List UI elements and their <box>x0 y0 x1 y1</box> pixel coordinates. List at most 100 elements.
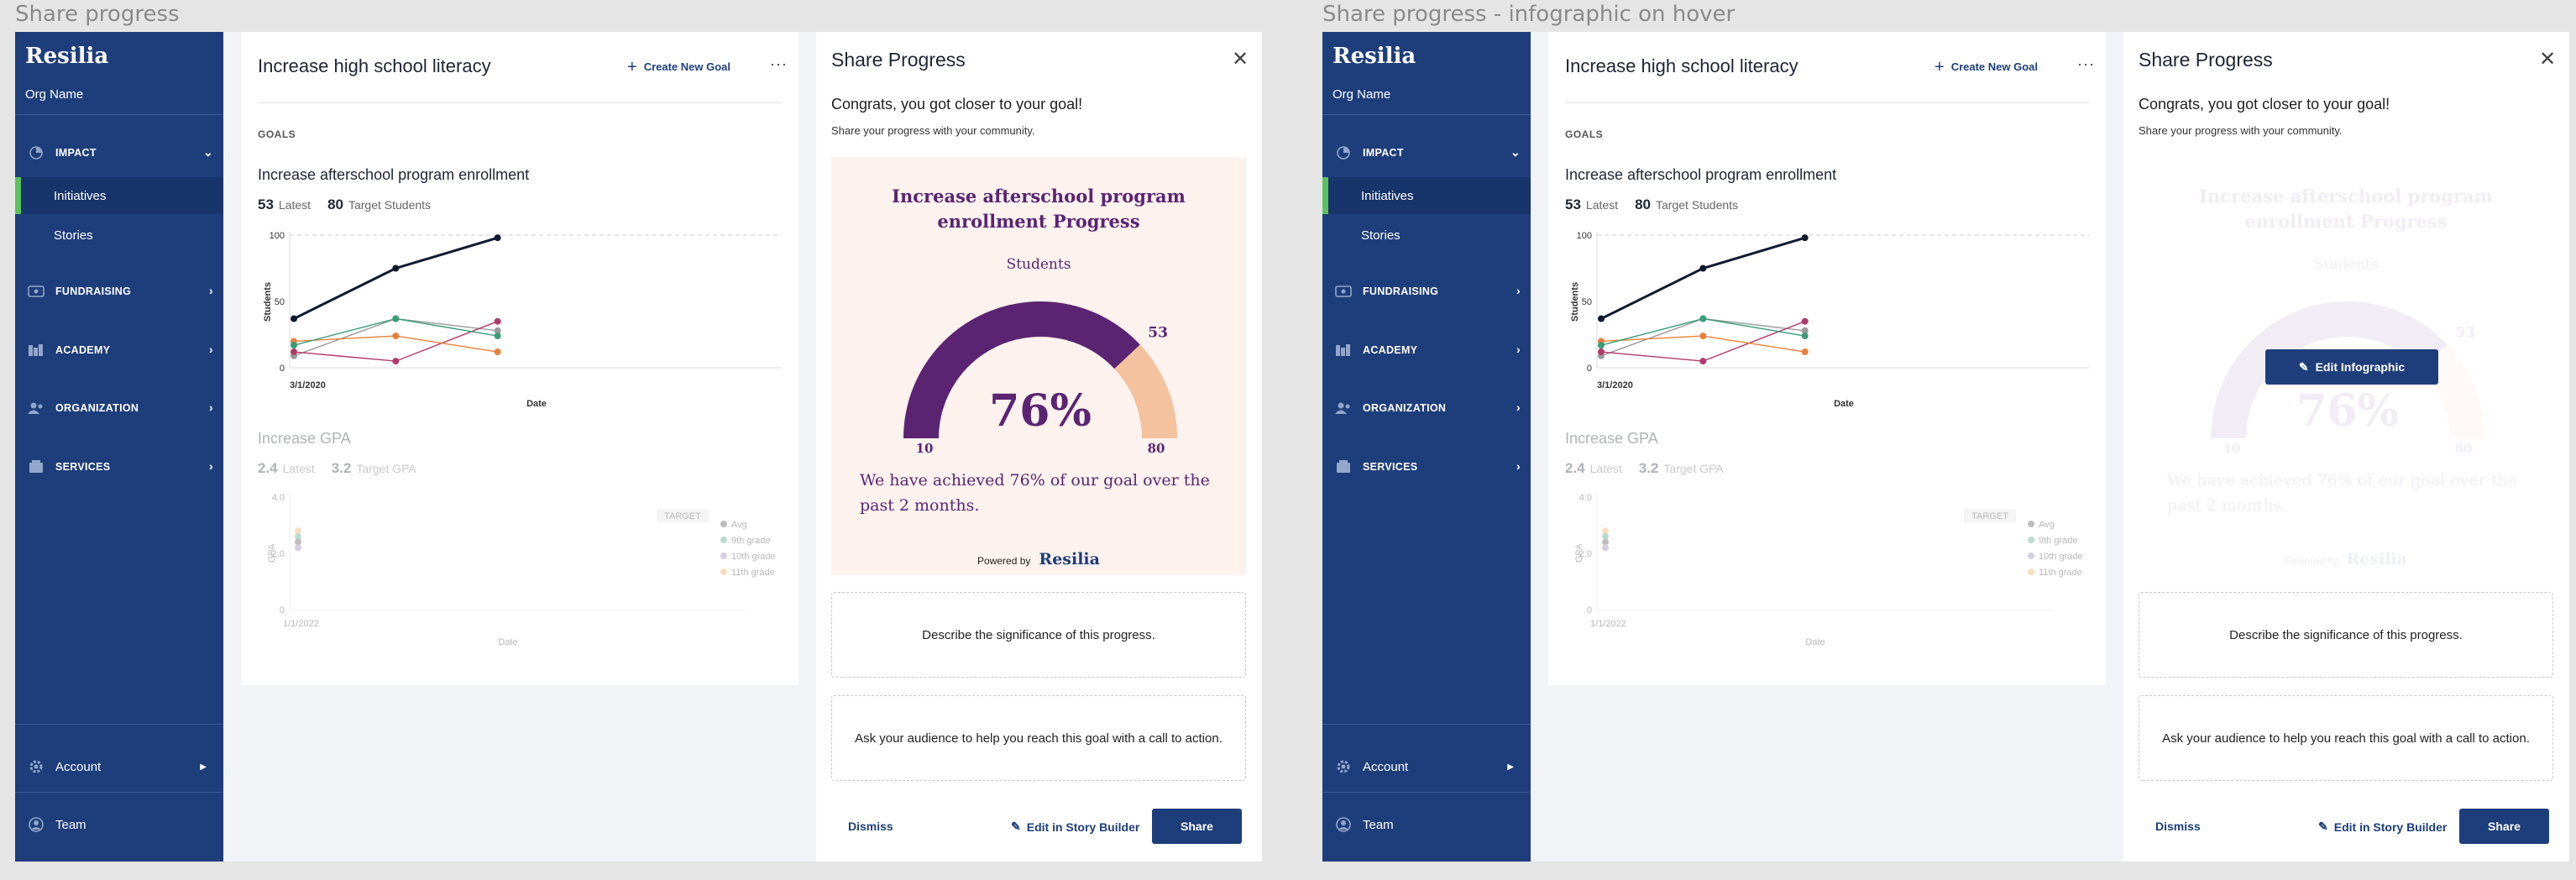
data-point[interactable] <box>494 234 501 242</box>
edit-in-story-builder-button[interactable]: ✎ Edit in Story Builder <box>2318 820 2447 834</box>
data-point[interactable] <box>494 333 501 340</box>
nav-item-services[interactable]: SERVICES › <box>15 450 223 484</box>
chevron-right-icon: › <box>209 459 213 473</box>
data-point[interactable] <box>392 315 400 322</box>
data-point[interactable] <box>291 315 297 322</box>
sidebar-divider <box>15 114 223 115</box>
goal-title[interactable]: Increase GPA <box>258 430 351 448</box>
y-axis-label: Students <box>1570 282 1580 322</box>
data-point[interactable] <box>494 348 501 356</box>
data-point[interactable] <box>1801 333 1809 340</box>
series-line <box>1600 317 1805 346</box>
edit-infographic-button[interactable]: ✎ Edit Infographic <box>2265 349 2438 385</box>
sidebar-divider <box>1322 114 1531 115</box>
goal-title[interactable]: Increase afterschool program enrollment <box>1565 166 1836 184</box>
nav-item-organization[interactable]: ORGANIZATION › <box>15 391 223 425</box>
data-point[interactable] <box>1699 265 1707 272</box>
gear-icon <box>1334 757 1353 776</box>
sidebar-label: Team <box>55 817 86 832</box>
nav-item-fundraising[interactable]: FUNDRAISING › <box>1322 275 1531 308</box>
sidebar-divider <box>1322 724 1531 725</box>
nav-label: ORGANIZATION <box>1363 402 1447 414</box>
share-button[interactable]: Share <box>1152 809 1242 844</box>
data-point[interactable] <box>1801 317 1809 325</box>
infographic-title: Increase afterschool program enrollment … <box>2199 186 2493 232</box>
y-tick-label: 4.0 <box>1579 493 1592 503</box>
sidebar-item-team[interactable]: Team <box>15 806 223 843</box>
chevron-right-icon: › <box>209 284 213 297</box>
latest-label: Latest <box>282 462 315 475</box>
dismiss-button[interactable]: Dismiss <box>2155 820 2201 833</box>
sidebar-item-stories[interactable]: Stories <box>1322 217 1531 254</box>
data-point[interactable] <box>392 265 400 272</box>
latest-value: 2.4 <box>258 460 278 476</box>
share-button[interactable]: Share <box>2459 809 2549 844</box>
description-input[interactable]: Describe the significance of this progre… <box>2139 592 2553 678</box>
data-point[interactable] <box>1801 348 1809 356</box>
data-point[interactable] <box>295 544 301 552</box>
share-subtitle: Share your progress with your community. <box>2139 124 2343 137</box>
data-point[interactable] <box>494 317 501 325</box>
data-point[interactable] <box>291 342 297 349</box>
nav-item-academy[interactable]: ACADEMY › <box>15 333 223 367</box>
data-point[interactable] <box>392 333 400 340</box>
latest-label: Latest <box>1589 462 1622 475</box>
sidebar-item-initiatives[interactable]: Initiatives <box>1322 177 1531 214</box>
sidebar-item-initiatives[interactable]: Initiatives <box>15 177 223 214</box>
create-goal-button[interactable]: + Create New Goal <box>627 59 730 76</box>
data-point[interactable] <box>1598 315 1605 322</box>
powered-by-label: Powered by <box>977 555 1031 567</box>
series-line <box>1600 236 1806 320</box>
sidebar-label: Account <box>1363 759 1409 774</box>
data-point[interactable] <box>1699 358 1707 365</box>
call-to-action-input[interactable]: Ask your audience to help you reach this… <box>831 695 1246 781</box>
latest-value: 53 <box>1565 196 1581 212</box>
sidebar-item-stories[interactable]: Stories <box>15 217 223 254</box>
create-goal-button[interactable]: + Create New Goal <box>1935 59 2038 76</box>
target-label: Target GPA <box>1663 462 1724 475</box>
share-panel-title: Share Progress <box>2139 49 2273 71</box>
nav-item-impact[interactable]: IMPACT ⌄ <box>15 136 223 170</box>
data-point[interactable] <box>392 358 400 365</box>
target-value: 80 <box>327 196 343 212</box>
impact-icon <box>1334 146 1353 160</box>
progress-infographic[interactable]: Increase afterschool program enrollment … <box>2139 157 2553 575</box>
congrats-message: Congrats, you got closer to your goal! <box>831 96 1083 113</box>
share-subtitle: Share your progress with your community. <box>831 124 1035 137</box>
data-point[interactable] <box>1699 315 1707 322</box>
gauge-percent: 76% <box>989 385 1092 437</box>
sidebar-item-account[interactable]: Account ▶ <box>15 748 223 785</box>
target-tag-label: TARGET <box>1971 511 2008 521</box>
sidebar-label: Account <box>55 759 102 774</box>
goal-stats: 53 Latest 80 Target Students <box>1565 196 1738 213</box>
sidebar-item-account[interactable]: Account ▶ <box>1322 748 1531 785</box>
goal-stats: 2.4 Latest 3.2 Target GPA <box>1565 460 1724 477</box>
goal-title[interactable]: Increase GPA <box>1565 430 1658 448</box>
nav-item-impact[interactable]: IMPACT ⌄ <box>1322 136 1531 170</box>
more-options-icon[interactable]: ··· <box>770 55 788 73</box>
share-progress-panel: Share Progress ✕ Congrats, you got close… <box>2123 32 2569 862</box>
data-point[interactable] <box>1598 342 1605 349</box>
more-options-icon[interactable]: ··· <box>2077 55 2095 73</box>
nav-item-services[interactable]: SERVICES › <box>1322 450 1531 484</box>
call-to-action-input[interactable]: Ask your audience to help you reach this… <box>2139 695 2553 781</box>
close-icon[interactable]: ✕ <box>1232 47 1249 71</box>
description-input[interactable]: Describe the significance of this progre… <box>831 592 1246 678</box>
nav-item-fundraising[interactable]: FUNDRAISING › <box>15 275 223 308</box>
close-icon[interactable]: ✕ <box>2539 47 2556 71</box>
data-point[interactable] <box>1801 234 1809 242</box>
data-point[interactable] <box>1699 333 1707 340</box>
data-point[interactable] <box>1602 544 1609 552</box>
data-point[interactable] <box>291 348 297 356</box>
nav-item-academy[interactable]: ACADEMY › <box>1322 333 1531 367</box>
nav-item-organization[interactable]: ORGANIZATION › <box>1322 391 1531 425</box>
team-icon <box>1334 815 1353 834</box>
goal-title[interactable]: Increase afterschool program enrollment <box>258 166 529 184</box>
legend-label: Avg <box>2039 520 2055 530</box>
sidebar-item-team[interactable]: Team <box>1322 806 1531 843</box>
dismiss-button[interactable]: Dismiss <box>848 820 893 833</box>
legend-swatch <box>720 553 727 559</box>
edit-in-story-builder-button[interactable]: ✎ Edit in Story Builder <box>1011 820 1139 834</box>
data-point[interactable] <box>1598 348 1605 356</box>
progress-infographic[interactable]: Increase afterschool program enrollment … <box>831 157 1246 575</box>
